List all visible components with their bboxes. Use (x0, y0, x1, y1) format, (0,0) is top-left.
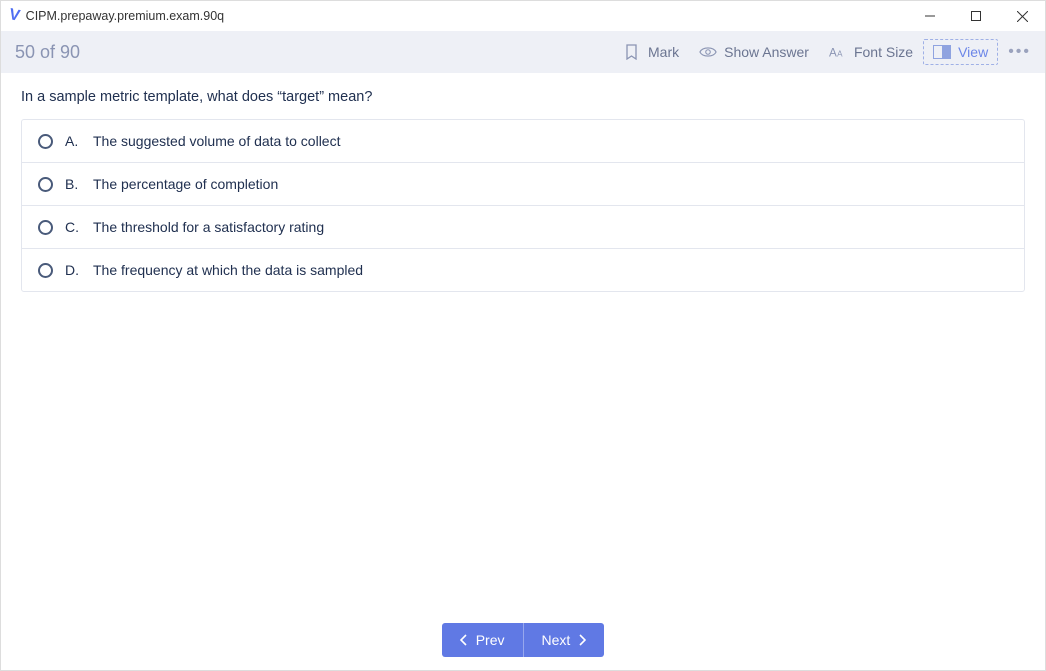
titlebar: V CIPM.prepaway.premium.exam.90q (1, 1, 1045, 31)
svg-text:A: A (837, 50, 843, 59)
more-button[interactable]: ••• (1008, 43, 1031, 61)
answer-option-d[interactable]: D. The frequency at which the data is sa… (22, 249, 1024, 291)
radio-icon (38, 263, 53, 278)
radio-icon (38, 134, 53, 149)
show-answer-button[interactable]: Show Answer (689, 39, 819, 65)
next-button[interactable]: Next (524, 623, 605, 657)
maximize-icon (971, 11, 981, 21)
radio-icon (38, 177, 53, 192)
answer-option-c[interactable]: C. The threshold for a satisfactory rati… (22, 206, 1024, 249)
option-letter: C. (65, 219, 81, 235)
window-title: CIPM.prepaway.premium.exam.90q (26, 9, 224, 23)
app-logo-icon: V (7, 6, 21, 26)
minimize-button[interactable] (907, 1, 953, 31)
option-letter: B. (65, 176, 81, 192)
chevron-left-icon (460, 634, 468, 646)
app-window: V CIPM.prepaway.premium.exam.90q 50 of 9… (0, 0, 1046, 671)
chevron-right-icon (578, 634, 586, 646)
svg-text:A: A (829, 47, 837, 60)
question-progress: 50 of 90 (15, 42, 80, 63)
close-icon (1017, 11, 1028, 22)
option-text: The threshold for a satisfactory rating (93, 219, 324, 235)
prev-button[interactable]: Prev (442, 623, 524, 657)
mark-label: Mark (648, 44, 679, 60)
more-icon: ••• (1008, 43, 1031, 60)
window-controls (907, 1, 1045, 31)
prev-label: Prev (476, 632, 505, 648)
view-layout-icon (933, 43, 951, 61)
option-letter: D. (65, 262, 81, 278)
option-text: The suggested volume of data to collect (93, 133, 340, 149)
font-size-icon: AA (829, 43, 847, 61)
answer-option-b[interactable]: B. The percentage of completion (22, 163, 1024, 206)
radio-icon (38, 220, 53, 235)
eye-icon (699, 43, 717, 61)
mark-button[interactable]: Mark (613, 39, 689, 65)
font-size-label: Font Size (854, 44, 913, 60)
option-letter: A. (65, 133, 81, 149)
next-label: Next (542, 632, 571, 648)
view-label: View (958, 44, 988, 60)
option-text: The percentage of completion (93, 176, 278, 192)
minimize-icon (925, 11, 935, 21)
toolbar: 50 of 90 Mark Show Answer AA Font Size V… (1, 31, 1045, 73)
close-button[interactable] (999, 1, 1045, 31)
maximize-button[interactable] (953, 1, 999, 31)
answer-list: A. The suggested volume of data to colle… (21, 119, 1025, 292)
bookmark-icon (623, 43, 641, 61)
view-button[interactable]: View (923, 39, 998, 65)
question-text: In a sample metric template, what does “… (21, 89, 1025, 105)
answer-option-a[interactable]: A. The suggested volume of data to colle… (22, 120, 1024, 163)
footer-nav: Prev Next (1, 610, 1045, 670)
font-size-button[interactable]: AA Font Size (819, 39, 923, 65)
show-answer-label: Show Answer (724, 44, 809, 60)
content-area: In a sample metric template, what does “… (1, 73, 1045, 610)
option-text: The frequency at which the data is sampl… (93, 262, 363, 278)
